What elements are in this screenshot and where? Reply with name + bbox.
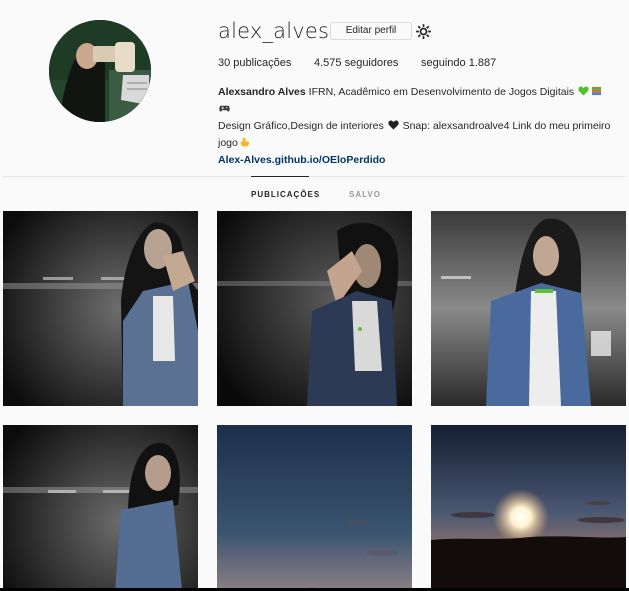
bio-full-name: Alexsandro Alves	[218, 86, 306, 98]
avatar-photo	[49, 20, 151, 122]
post-photo	[217, 425, 412, 591]
post-photo	[3, 425, 198, 591]
books-icon	[592, 86, 602, 96]
edit-profile-button[interactable]: Editar perfil	[330, 22, 412, 40]
post-thumbnail[interactable]	[217, 211, 412, 406]
post-thumbnail[interactable]	[431, 425, 626, 591]
game-controller-icon	[219, 105, 230, 112]
profile-page: alex_alves3 Editar perfil 30 publicações…	[0, 0, 629, 591]
post-thumbnail[interactable]	[3, 425, 198, 591]
post-thumbnail[interactable]	[431, 211, 626, 406]
bio-website-link[interactable]: Alex-Alves.github.io/OEloPerdido	[218, 152, 613, 169]
green-heart-icon	[578, 86, 589, 96]
profile-username: alex_alves3	[218, 19, 343, 43]
post-thumbnail[interactable]	[217, 425, 412, 591]
profile-bio: Alexsandro Alves IFRN, Acadêmico em Dese…	[218, 84, 613, 169]
tab-posts[interactable]: PUBLICAÇÕES	[251, 190, 320, 199]
gear-icon[interactable]	[415, 23, 432, 40]
post-photo	[217, 211, 412, 406]
active-tab-indicator	[251, 176, 309, 177]
post-photo	[431, 211, 626, 406]
pointing-hand-icon	[240, 137, 250, 147]
post-photo	[3, 211, 198, 406]
bio-text-1: IFRN, Acadêmico em Desenvolvimento de Jo…	[308, 86, 575, 98]
avatar[interactable]	[49, 20, 151, 122]
following-count[interactable]: seguindo 1.887	[421, 57, 496, 69]
tab-saved[interactable]: SALVO	[349, 190, 381, 199]
posts-count: 30 publicações	[218, 57, 292, 69]
post-thumbnail[interactable]	[3, 211, 198, 406]
followers-count[interactable]: 4.575 seguidores	[314, 57, 398, 69]
post-photo	[431, 425, 626, 591]
bio-text-2: Design Gráfico,Design de interiores	[218, 120, 384, 132]
tabs-divider	[3, 176, 626, 177]
black-heart-icon	[388, 120, 399, 130]
